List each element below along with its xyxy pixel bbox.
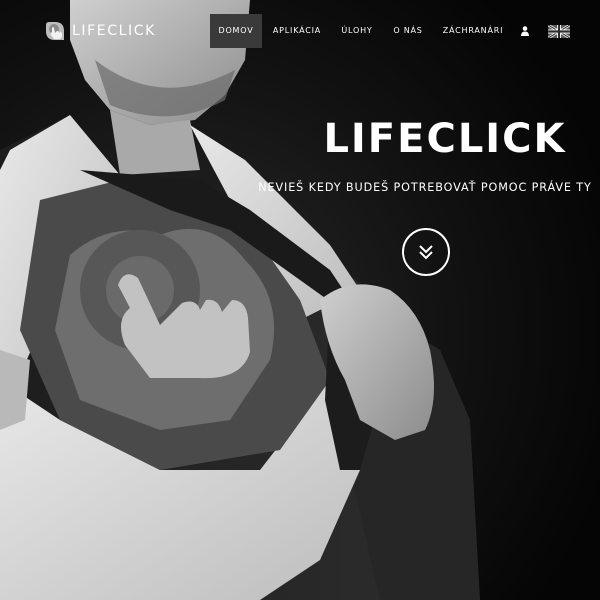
- nav-item-o-nas[interactable]: O NÁS: [386, 14, 430, 48]
- hero-background-image: [0, 0, 600, 600]
- navbar: LIFECLICK DOMOV APLIKÁCIA ÚLOHY O NÁS ZÁ…: [0, 0, 600, 62]
- uk-flag-glyph: [548, 24, 570, 38]
- main-nav: DOMOV APLIKÁCIA ÚLOHY O NÁS ZÁCHRANÁRI: [0, 14, 600, 48]
- nav-item-zachranari[interactable]: ZÁCHRANÁRI: [436, 14, 510, 48]
- nav-item-domov[interactable]: DOMOV: [210, 14, 262, 48]
- nav-item-ulohy[interactable]: ÚLOHY: [334, 14, 380, 48]
- uk-flag-icon[interactable]: [546, 14, 572, 48]
- user-icon-glyph: [521, 26, 529, 36]
- user-icon[interactable]: [516, 14, 534, 48]
- hero-title: LIFECLICK: [323, 116, 567, 162]
- scroll-down-button[interactable]: [402, 228, 450, 276]
- hero-subtitle: NEVIEŠ KEDY BUDEŠ POTREBOVAŤ POMOC PRÁVE…: [258, 181, 592, 194]
- double-chevron-down-icon: [419, 245, 433, 260]
- nav-item-aplikacia[interactable]: APLIKÁCIA: [266, 14, 328, 48]
- page: LIFECLICK DOMOV APLIKÁCIA ÚLOHY O NÁS ZÁ…: [0, 0, 600, 600]
